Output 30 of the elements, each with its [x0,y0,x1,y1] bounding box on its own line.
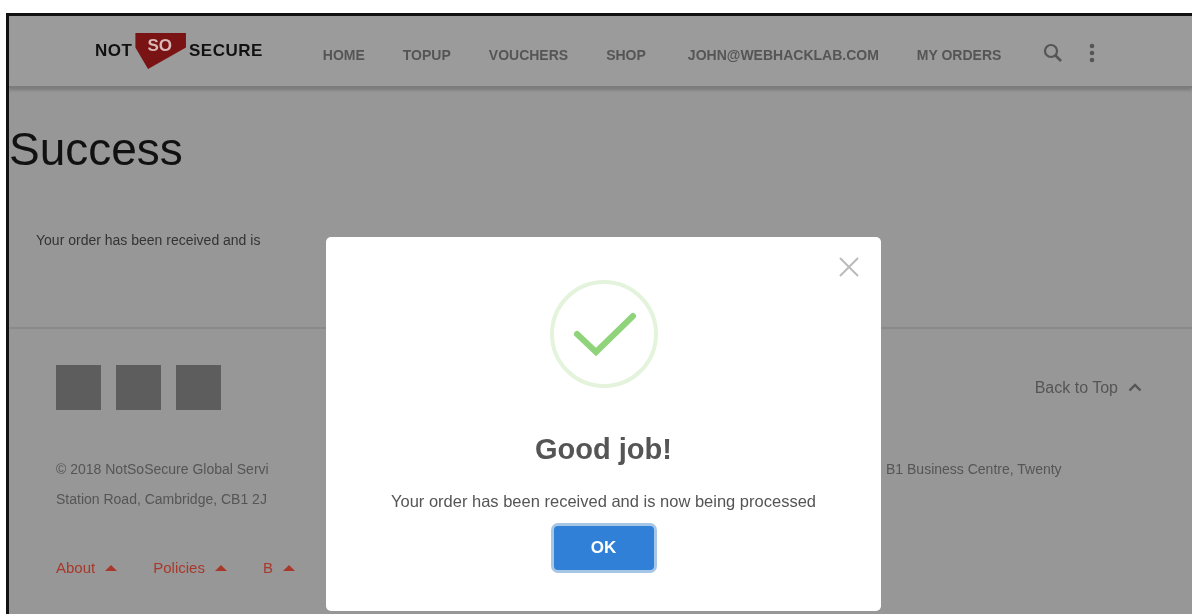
footer-link[interactable]: About [56,559,118,576]
caret-icon [105,563,118,572]
order-message: Your order has been received and is [36,232,261,248]
caret-icon [282,563,295,572]
copyright-text: Station Road, Cambridge, CB1 2J [56,490,268,509]
address-text: B1 Business Centre, Twenty [886,460,1062,479]
success-check-icon [548,279,659,389]
nav-link[interactable]: VOUCHERS [488,39,569,63]
logo-badge: SO [135,33,186,69]
nav-link[interactable]: JOHN@WEBHACKLAB.COM [687,39,879,63]
page-title: Success [9,126,183,172]
caret-icon [214,563,227,572]
nav-link[interactable]: HOME [322,39,365,63]
logo-text: SECURE [188,41,263,61]
social-icon[interactable] [56,365,101,410]
nav-link[interactable]: TOPUP [402,39,451,63]
dialog-title: Good job! [535,433,672,466]
ok-button[interactable]: OK [553,526,654,570]
nav-link[interactable]: SHOP [606,39,646,63]
footer-link[interactable]: Policies [153,559,227,576]
nav-link[interactable]: MY ORDERS [916,39,1002,63]
chevron-up-icon [1128,383,1142,392]
footer-link[interactable]: B [262,559,295,576]
social-icon[interactable] [176,365,221,410]
close-icon[interactable] [839,257,859,277]
dialog-message: Your order has been received and is now being processed [391,492,816,511]
logo-text: NOT [95,41,133,61]
back-to-top-link[interactable]: Back to Top [1034,378,1142,397]
social-icon[interactable] [116,365,161,410]
copyright-text: © 2018 NotSoSecure Global Servi [56,460,270,479]
